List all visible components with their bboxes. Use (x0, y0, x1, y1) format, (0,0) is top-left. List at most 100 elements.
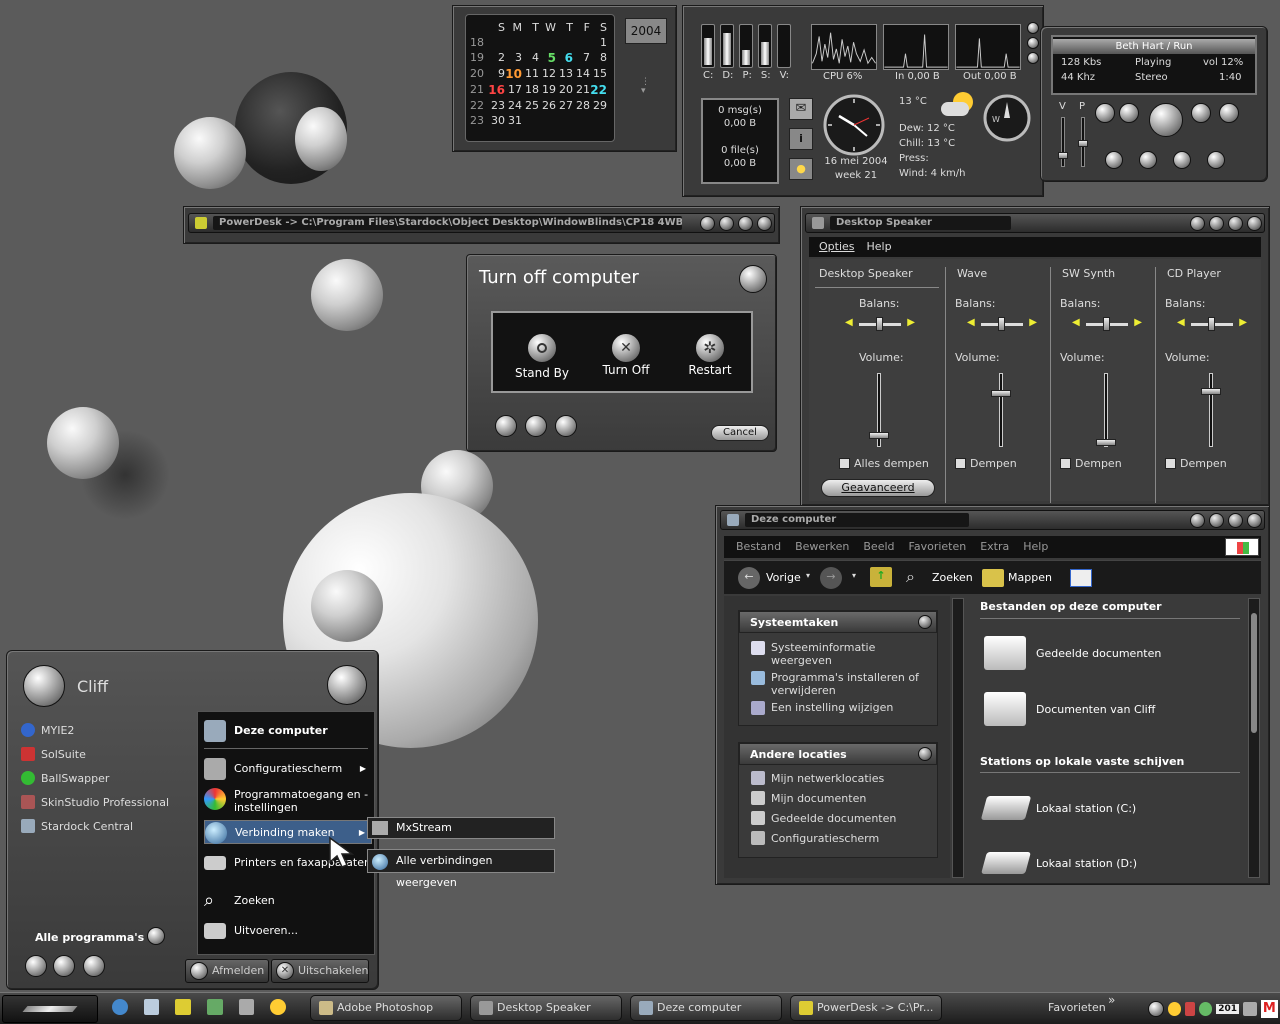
forward-dropdown-icon[interactable]: ▾ (852, 571, 856, 580)
up-folder-icon[interactable]: ↑ (870, 567, 892, 587)
cancel-button[interactable]: Cancel (711, 425, 769, 441)
start-orb-button[interactable] (25, 955, 47, 977)
app-icon[interactable] (238, 999, 255, 1015)
calendar-day[interactable]: 7 (573, 51, 590, 65)
dialog-orb-button[interactable] (555, 415, 577, 437)
player-option-button[interactable] (1173, 151, 1191, 169)
close-button[interactable] (1247, 215, 1262, 231)
file-list-scrollbar[interactable] (1248, 598, 1260, 878)
mute-checkbox[interactable]: Dempen (1060, 457, 1122, 470)
back-dropdown-icon[interactable]: ▾ (806, 571, 810, 580)
speaker-titlebar[interactable]: Desktop Speaker (805, 213, 1265, 233)
calendar-day[interactable] (522, 36, 539, 49)
balance-slider[interactable]: ◀ ▶ (967, 317, 1037, 331)
calendar-day[interactable]: 4 (522, 51, 539, 65)
balance-slider[interactable]: ◀ ▶ (1177, 317, 1247, 331)
stop-button[interactable] (1191, 103, 1211, 123)
app-icon[interactable] (207, 999, 223, 1015)
mail-icon[interactable]: ✉ (789, 98, 813, 120)
pinned-item[interactable]: Stardock Central (21, 817, 191, 841)
prev-button[interactable] (1095, 103, 1115, 123)
monitor-button[interactable] (1027, 22, 1039, 34)
calendar-day[interactable]: 8 (590, 51, 607, 65)
smiley-icon[interactable] (270, 999, 287, 1015)
calendar-day[interactable]: 12 (539, 67, 556, 81)
calendar-day[interactable] (590, 114, 607, 127)
restore-button[interactable] (1209, 512, 1224, 528)
start-orb-button[interactable] (53, 955, 75, 977)
calendar-day[interactable]: 19 (539, 83, 556, 97)
taskbar-button[interactable]: Deze computer (630, 995, 782, 1021)
calendar-day[interactable]: 23 (488, 99, 505, 112)
calendar-day[interactable] (505, 36, 522, 49)
folders-button[interactable]: Mappen (1008, 571, 1052, 584)
volume-slider[interactable] (1058, 117, 1068, 167)
calendar-day[interactable]: 14 (573, 67, 590, 81)
forward-arrow-icon[interactable]: → (820, 567, 842, 589)
calendar-day[interactable]: 9 (488, 67, 505, 81)
submenu-item[interactable]: Alle verbindingen weergeven (367, 849, 555, 889)
calendar-day[interactable]: 25 (522, 99, 539, 112)
all-programs-orb[interactable] (147, 927, 165, 945)
calendar-day[interactable]: 2 (488, 51, 505, 65)
tray-network-icon[interactable] (1198, 1002, 1213, 1016)
mute-checkbox[interactable]: Dempen (955, 457, 1017, 470)
volume-slider[interactable] (999, 373, 1003, 447)
tray-counter[interactable]: 201 (1216, 1004, 1240, 1014)
calendar-day[interactable]: 17 (505, 83, 522, 97)
task-link[interactable]: Een instelling wijzigen (751, 701, 935, 715)
calendar-day[interactable]: 24 (505, 99, 522, 112)
place-link[interactable]: Configuratiescherm (751, 831, 879, 845)
tray-app-icon[interactable] (1243, 1002, 1257, 1016)
calendar-day[interactable]: 27 (556, 99, 573, 112)
calendar-day[interactable] (556, 36, 573, 49)
turn-off-close-button[interactable] (739, 265, 767, 293)
calendar-day[interactable] (539, 36, 556, 49)
menu-my-computer[interactable]: Deze computer (204, 720, 372, 742)
volume-slider[interactable] (1209, 373, 1213, 447)
calendar-day[interactable]: 30 (488, 114, 505, 127)
pause-button[interactable] (1119, 103, 1139, 123)
start-orb-button[interactable] (327, 665, 367, 705)
menu-tools[interactable]: Extra (980, 536, 1009, 558)
calendar-day[interactable]: 21 (573, 83, 590, 97)
calendar-day[interactable]: 20 (556, 83, 573, 97)
info-icon[interactable]: i (789, 128, 813, 150)
folders-icon[interactable] (982, 569, 1004, 587)
advanced-button[interactable]: Geavanceerd (821, 479, 935, 497)
powerdesk-icon[interactable] (175, 999, 192, 1015)
menu-program-access[interactable]: Programmatoegang en -instellingen (204, 788, 372, 818)
mute-checkbox[interactable]: Alles dempen (839, 457, 929, 470)
monitor-button[interactable] (1027, 37, 1039, 49)
desktop-icon[interactable] (143, 999, 160, 1015)
tray-smiley-icon[interactable] (1167, 1002, 1182, 1016)
player-option-button[interactable] (1139, 151, 1157, 169)
place-link[interactable]: Mijn netwerklocaties (751, 771, 884, 785)
calendar-day[interactable]: 26 (539, 99, 556, 112)
calendar-day[interactable]: 10 (505, 67, 522, 81)
minimize-button[interactable] (700, 215, 715, 231)
calendar-day[interactable]: 31 (505, 114, 522, 127)
other-places-header[interactable]: Andere locaties (739, 743, 937, 765)
calendar-day[interactable] (488, 36, 505, 49)
gmail-icon[interactable]: M (1260, 1000, 1278, 1018)
close-button[interactable] (757, 215, 772, 231)
calendar-day[interactable]: 22 (590, 83, 607, 97)
logoff-button[interactable]: Afmelden (185, 959, 269, 983)
menu-control-panel[interactable]: Configuratiescherm ▶ (204, 758, 372, 780)
menu-file[interactable]: Bestand (736, 536, 781, 558)
view-icon[interactable] (1070, 569, 1092, 587)
ie-icon[interactable] (112, 999, 128, 1015)
play-button[interactable] (1149, 103, 1183, 137)
calendar-day[interactable] (522, 114, 539, 127)
task-link[interactable]: Systeeminformatie weergeven (751, 641, 935, 667)
restore-button[interactable] (719, 215, 734, 231)
maximize-button[interactable] (1228, 512, 1243, 528)
back-button[interactable]: Vorige (766, 571, 801, 584)
menu-options[interactable]: Opties (819, 237, 855, 257)
menu-search[interactable]: ⌕ Zoeken (204, 890, 372, 912)
task-pane-scrollbar[interactable] (952, 598, 964, 878)
folder-item[interactable]: Gedeelde documenten (984, 636, 1161, 670)
player-option-button[interactable] (1207, 151, 1225, 169)
drive-item[interactable]: Lokaal station (D:) (981, 852, 1137, 874)
